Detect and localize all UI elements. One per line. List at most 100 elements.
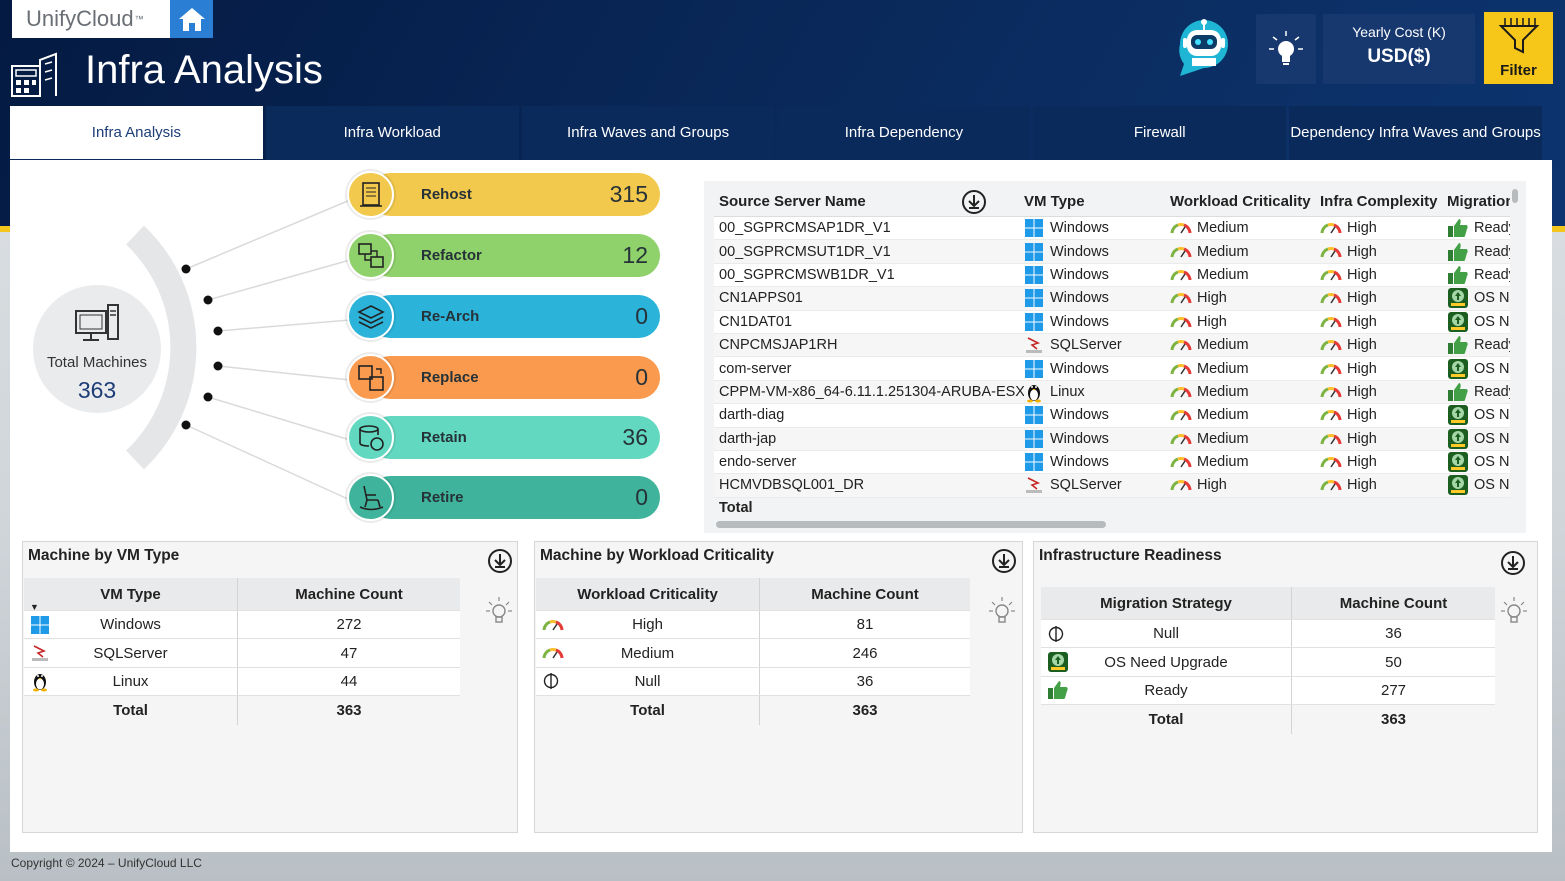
table-row[interactable]: endo-server Windows Medium High OS Need Upgr… xyxy=(714,451,1510,475)
upgrade-icon xyxy=(1447,451,1469,473)
column-header[interactable]: Migration Strategy xyxy=(1041,587,1292,619)
column-header[interactable]: VM Type xyxy=(1024,193,1167,210)
strategy-refactor[interactable]: Refactor 12 xyxy=(347,232,660,279)
tab-infra-waves-groups[interactable]: Infra Waves and Groups xyxy=(521,106,775,160)
linux-icon xyxy=(1024,381,1044,403)
download-icon[interactable] xyxy=(487,548,513,579)
brand-logo[interactable]: UnifyCloud ™ xyxy=(12,0,170,38)
vertical-scrollbar[interactable] xyxy=(1512,189,1518,203)
table-row[interactable]: CPPM-VM-x86_64-6.11.1.251304-ARUBA-ESX Li… xyxy=(714,380,1510,405)
workload-criticality-text: Medium xyxy=(1197,243,1249,260)
table-row[interactable]: darth-jap Windows Medium High OS Need Upgrad… xyxy=(714,427,1510,451)
table-header-row: Source Server Name VM Type Workload Crit… xyxy=(714,187,1510,217)
download-icon[interactable] xyxy=(991,548,1017,579)
strategy-retain[interactable]: Retain 36 xyxy=(347,414,660,461)
column-header[interactable]: VM Type xyxy=(100,586,161,603)
yearly-cost-selector[interactable]: Yearly Cost (K) USD($) xyxy=(1323,14,1475,84)
infra-complexity-text: High xyxy=(1347,337,1377,354)
migration-text: OS Need Upgrade xyxy=(1474,477,1510,494)
table-row[interactable]: CN1APPS01 Windows High High OS Need Upgrade xyxy=(714,287,1510,311)
table-row[interactable]: com-server Windows Medium High OS Need Upgra… xyxy=(714,357,1510,381)
gauge-icon xyxy=(1170,362,1192,376)
count-cell: 272 xyxy=(336,616,362,634)
vm-type-text: Windows xyxy=(1050,220,1109,237)
strategy-rearch[interactable]: Re-Arch 0 xyxy=(347,293,660,340)
table-row[interactable]: CN1DAT01 Windows High High OS Need Upgrade xyxy=(714,311,1510,334)
table-row[interactable]: Null 36 xyxy=(536,667,970,697)
column-header[interactable]: Migration xyxy=(1447,193,1510,210)
filter-button[interactable]: Filter xyxy=(1484,12,1553,84)
total-machines-label: Total Machines xyxy=(46,354,148,371)
brand-name: UnifyCloud xyxy=(26,6,134,31)
tab-firewall[interactable]: Firewall xyxy=(1033,106,1287,160)
migration-cell: OS Need Upgrade xyxy=(1447,428,1510,450)
infra-complexity-cell: High xyxy=(1317,337,1447,353)
thumbs-up-icon xyxy=(1047,680,1069,700)
tab-infra-analysis[interactable]: Infra Analysis xyxy=(10,106,263,160)
total-value: 363 xyxy=(852,701,878,719)
table-row[interactable]: CNPCMSJAP1RH SQLServer Medium High Ready xyxy=(714,333,1510,358)
vm-type-cell: Windows xyxy=(1024,359,1167,379)
table-row[interactable]: High 81 xyxy=(536,611,970,640)
table-row[interactable]: OS Need Upgrade 50 xyxy=(1041,648,1495,677)
row-label: Ready xyxy=(1144,681,1188,699)
table-row[interactable]: HCMVDBSQL001_DR SQLServer High High OS Need … xyxy=(714,474,1510,498)
vm-type-cell: Windows xyxy=(1024,429,1167,449)
column-header[interactable]: Workload Criticality xyxy=(536,578,760,610)
home-button[interactable] xyxy=(170,0,213,38)
table-row[interactable]: Linux 44 xyxy=(24,667,460,697)
replace-icon xyxy=(347,354,394,401)
strategy-name: Re-Arch xyxy=(421,308,480,325)
header-cell: VM Type ▼ xyxy=(24,578,238,612)
upgrade-icon xyxy=(1447,358,1469,380)
strategy-value: 12 xyxy=(622,242,648,268)
gauge-icon xyxy=(1170,291,1192,305)
vm-type-text: Windows xyxy=(1050,430,1109,447)
download-icon[interactable] xyxy=(1500,550,1526,581)
vm-type-text: Windows xyxy=(1050,360,1109,377)
tab-infra-workload[interactable]: Infra Workload xyxy=(265,106,519,160)
gauge-icon xyxy=(1320,362,1342,376)
table-total-row: Total 363 xyxy=(1041,705,1495,734)
table-row[interactable]: Null 36 xyxy=(1041,620,1495,649)
strategy-rehost[interactable]: Rehost 315 xyxy=(347,171,660,218)
vm-type-rows: Windows 272 SQLServer 47 Linux 44 xyxy=(24,611,460,697)
upgrade-icon xyxy=(1447,474,1469,496)
row-label: Null xyxy=(1153,625,1179,643)
table-row[interactable]: Medium 246 xyxy=(536,639,970,668)
infrastructure-readiness-card: Infrastructure Readiness Migration Strat… xyxy=(1033,541,1538,833)
lightbulb-icon[interactable] xyxy=(988,596,1016,631)
horizontal-scrollbar[interactable] xyxy=(716,521,1106,528)
strategy-replace[interactable]: Replace 0 xyxy=(347,354,660,401)
download-icon[interactable] xyxy=(961,189,987,215)
infra-complexity-cell: High xyxy=(1317,384,1447,400)
table-row[interactable]: 00_SGPRCMSUT1DR_V1 Windows Medium High Ready xyxy=(714,240,1510,264)
windows-icon xyxy=(30,615,50,635)
vm-type-text: Windows xyxy=(1050,243,1109,260)
table-row[interactable]: 00_SGPRCMSAP1DR_V1 Windows Medium High Ready xyxy=(714,217,1510,241)
column-header[interactable]: Workload Criticality xyxy=(1167,193,1317,210)
lightbulb-icon[interactable] xyxy=(485,596,513,631)
lightbulb-icon[interactable] xyxy=(1500,596,1528,631)
table-row[interactable]: SQLServer 47 xyxy=(24,639,460,668)
table-row[interactable]: darth-diag Windows Medium High OS Need Upgra… xyxy=(714,404,1510,428)
gauge-icon xyxy=(1170,432,1192,446)
server-table-panel: Source Server Name VM Type Workload Crit… xyxy=(704,181,1526,533)
strategy-retire[interactable]: Retire 0 xyxy=(347,474,660,521)
workload-criticality-cell: High xyxy=(1167,477,1317,493)
column-header[interactable]: Infra Complexity xyxy=(1317,193,1447,210)
chatbot-icon[interactable] xyxy=(1172,14,1236,85)
vm-type-text: SQLServer xyxy=(1050,337,1122,354)
column-header[interactable]: Machine Count xyxy=(760,578,970,610)
table-row[interactable]: Ready 277 xyxy=(1041,676,1495,706)
table-row[interactable]: Windows 272 xyxy=(24,611,460,640)
column-header[interactable]: Machine Count xyxy=(238,578,460,610)
tab-infra-dependency[interactable]: Infra Dependency xyxy=(777,106,1031,160)
table-row[interactable]: 00_SGPRCMSWB1DR_V1 Windows Medium High Ready xyxy=(714,264,1510,288)
vm-type-cell: Linux xyxy=(1024,381,1167,403)
gauge-icon xyxy=(1320,478,1342,492)
count-cell: 246 xyxy=(852,644,878,662)
insights-button[interactable] xyxy=(1256,14,1316,84)
tab-dependency-infra-waves-groups[interactable]: Dependency Infra Waves and Groups xyxy=(1289,106,1542,160)
column-header[interactable]: Machine Count xyxy=(1292,587,1495,619)
